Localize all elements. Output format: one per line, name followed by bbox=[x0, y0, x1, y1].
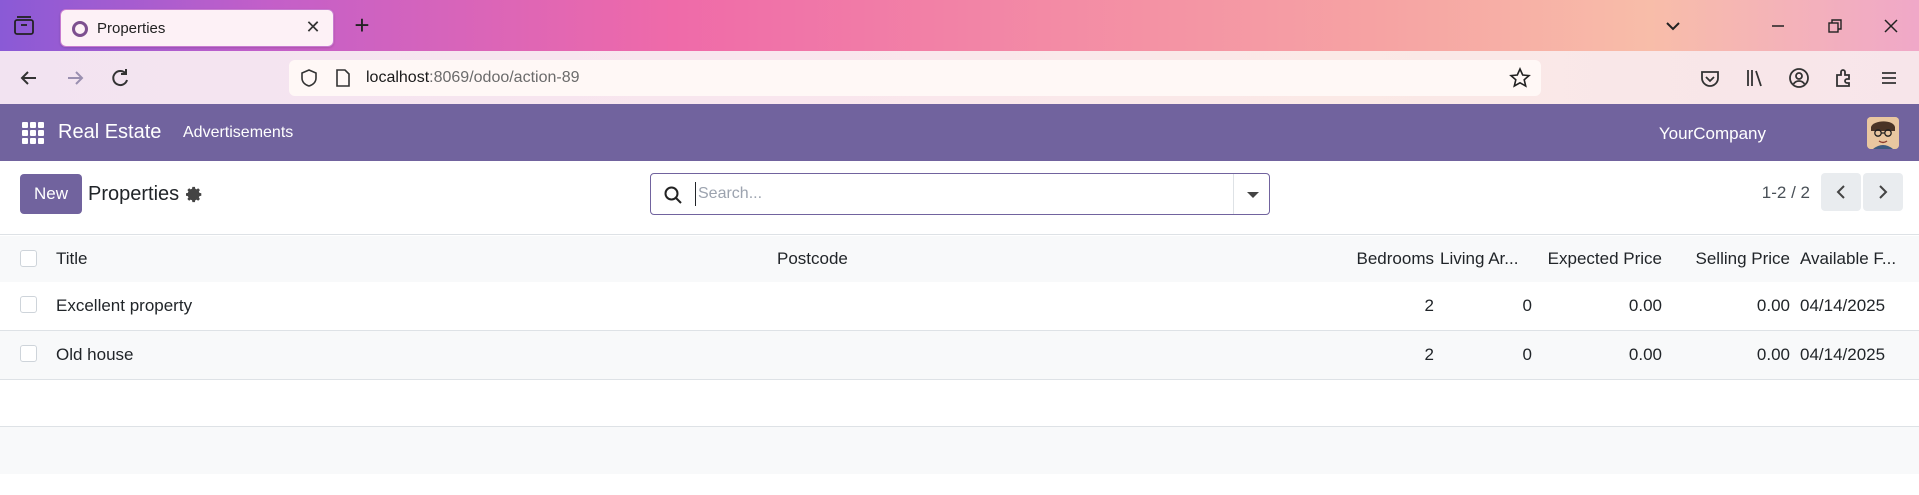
pocket-icon[interactable] bbox=[1697, 65, 1723, 91]
cell-title: Excellent property bbox=[56, 296, 193, 315]
search-options-toggle[interactable] bbox=[1233, 174, 1269, 214]
account-icon[interactable] bbox=[1786, 65, 1812, 91]
cell-bedrooms: 2 bbox=[1424, 296, 1434, 315]
list-all-tabs-chevron-icon[interactable] bbox=[1663, 16, 1683, 36]
empty-row bbox=[0, 380, 1919, 427]
pager-previous-button[interactable] bbox=[1821, 173, 1861, 211]
browser-tab-properties[interactable]: Properties ✕ bbox=[60, 9, 334, 47]
cell-living-area: 0 bbox=[1522, 296, 1532, 315]
odoo-favicon-icon bbox=[72, 21, 88, 37]
address-bar[interactable]: localhost:8069/odoo/action-89 bbox=[289, 60, 1541, 96]
app-menu-icon[interactable] bbox=[1876, 65, 1902, 91]
column-header-postcode[interactable]: Postcode bbox=[777, 236, 1077, 282]
gear-icon[interactable] bbox=[186, 186, 203, 203]
list-view: Title Postcode Bedrooms Living Ar... Exp… bbox=[0, 236, 1919, 474]
close-tab-icon[interactable]: ✕ bbox=[303, 17, 323, 37]
pager-value[interactable]: 1-2 / 2 bbox=[1762, 183, 1810, 203]
table-row[interactable]: Excellent property 2 0 0.00 0.00 04/14/2… bbox=[0, 282, 1919, 331]
url-text[interactable]: localhost:8069/odoo/action-89 bbox=[366, 69, 580, 87]
extensions-icon[interactable] bbox=[1831, 65, 1857, 91]
restore-icon[interactable] bbox=[1825, 16, 1845, 36]
apps-menu-icon[interactable] bbox=[22, 122, 44, 144]
list-header-row: Title Postcode Bedrooms Living Ar... Exp… bbox=[0, 236, 1919, 282]
cell-expected-price: 0.00 bbox=[1628, 345, 1662, 364]
search-bar bbox=[650, 173, 1270, 215]
select-all-checkbox[interactable] bbox=[20, 250, 37, 267]
search-icon[interactable] bbox=[663, 185, 683, 205]
cell-available-from: 04/14/2025 bbox=[1800, 296, 1886, 315]
tracking-protection-icon[interactable] bbox=[299, 68, 319, 88]
library-icon[interactable] bbox=[1742, 65, 1768, 91]
column-header-title[interactable]: Title bbox=[56, 236, 756, 282]
back-icon[interactable] bbox=[16, 65, 42, 91]
page-title: Properties bbox=[88, 183, 180, 205]
app-brand[interactable]: Real Estate bbox=[58, 121, 161, 144]
company-switcher[interactable]: YourCompany bbox=[1659, 124, 1766, 144]
odoo-main-navbar: Real Estate Advertisements YourCompany bbox=[0, 104, 1919, 161]
cell-postcode bbox=[777, 331, 1077, 379]
cell-selling-price: 0.00 bbox=[1756, 345, 1790, 364]
chevron-left-icon bbox=[1836, 185, 1845, 199]
new-tab-icon[interactable]: + bbox=[350, 12, 374, 38]
column-header-selling-price[interactable]: Selling Price bbox=[1670, 236, 1791, 282]
cell-living-area: 0 bbox=[1522, 345, 1532, 364]
cell-title: Old house bbox=[56, 345, 134, 364]
column-header-bedrooms[interactable]: Bedrooms bbox=[1340, 236, 1434, 282]
menu-advertisements[interactable]: Advertisements bbox=[183, 124, 293, 142]
control-panel: New Properties 1-2 / 2 bbox=[0, 161, 1919, 235]
bookmark-star-icon[interactable] bbox=[1509, 67, 1531, 89]
tab-list-icon[interactable] bbox=[12, 14, 36, 38]
column-header-expected-price[interactable]: Expected Price bbox=[1540, 236, 1662, 282]
browser-tab-bar: Properties ✕ + bbox=[0, 0, 1919, 51]
browser-nav-bar: localhost:8069/odoo/action-89 bbox=[0, 51, 1919, 104]
row-checkbox[interactable] bbox=[20, 345, 37, 362]
empty-row bbox=[0, 427, 1919, 474]
cell-expected-price: 0.00 bbox=[1628, 296, 1662, 315]
user-avatar[interactable] bbox=[1867, 117, 1899, 149]
chevron-right-icon bbox=[1879, 185, 1888, 199]
close-window-icon[interactable] bbox=[1881, 16, 1901, 36]
cell-postcode bbox=[777, 282, 1077, 330]
column-header-available-from[interactable]: Available F... bbox=[1800, 236, 1910, 282]
new-button[interactable]: New bbox=[20, 174, 82, 214]
forward-icon[interactable] bbox=[62, 65, 88, 91]
search-input[interactable] bbox=[695, 182, 1195, 206]
page-info-icon[interactable] bbox=[335, 68, 351, 88]
cell-available-from: 04/14/2025 bbox=[1800, 345, 1886, 364]
reload-icon[interactable] bbox=[107, 65, 133, 91]
minimize-icon[interactable] bbox=[1768, 16, 1788, 36]
pager-next-button[interactable] bbox=[1863, 173, 1903, 211]
column-header-living-area[interactable]: Living Ar... bbox=[1440, 236, 1532, 282]
row-checkbox[interactable] bbox=[20, 296, 37, 313]
cell-selling-price: 0.00 bbox=[1756, 296, 1790, 315]
table-row[interactable]: Old house 2 0 0.00 0.00 04/14/2025 bbox=[0, 331, 1919, 380]
tab-title: Properties bbox=[97, 20, 166, 37]
cell-bedrooms: 2 bbox=[1424, 345, 1434, 364]
